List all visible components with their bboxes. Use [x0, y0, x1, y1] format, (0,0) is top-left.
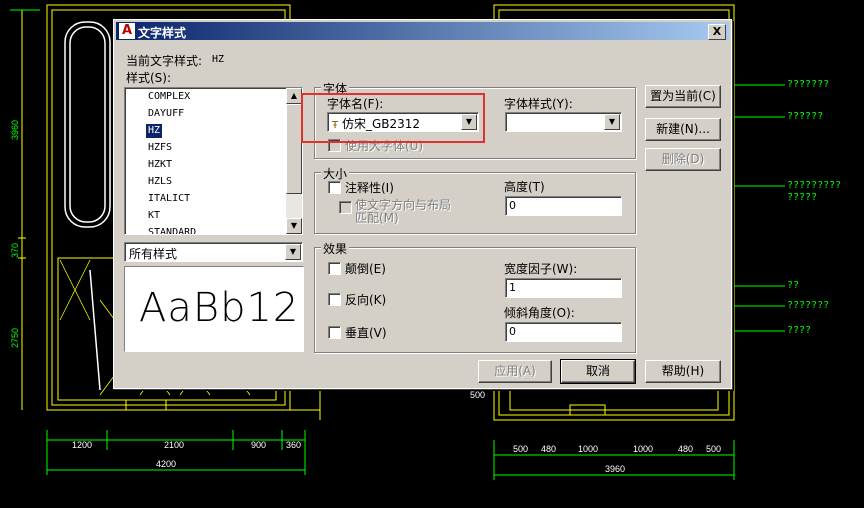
dimension-text: 900	[251, 440, 267, 450]
match-orientation-checkbox[interactable]	[339, 201, 352, 214]
highlight-annotation	[301, 93, 485, 143]
scroll-down-icon[interactable]: ▼	[286, 218, 302, 234]
cad-label: ????	[787, 325, 812, 336]
dimension-text: 3960	[10, 119, 20, 140]
close-button[interactable]: X	[708, 24, 726, 40]
dimension-text: 500	[706, 444, 722, 454]
help-button[interactable]: 帮助(H)	[645, 360, 721, 383]
cad-label: ???????	[787, 79, 830, 90]
upside-down-checkbox[interactable]	[328, 262, 341, 275]
list-item[interactable]: DAYUFF	[146, 107, 186, 121]
cad-label: ?????	[787, 192, 818, 203]
width-factor-value: 1	[509, 281, 516, 294]
list-item[interactable]: HZFS	[146, 141, 174, 155]
autocad-app-icon: A	[119, 23, 135, 39]
set-current-button[interactable]: 置为当前(C)	[645, 85, 721, 108]
vertical-checkbox[interactable]	[328, 326, 341, 339]
list-item[interactable]: HZKT	[146, 158, 174, 172]
match-orientation-label: 使文字方向与布局匹配(M)	[355, 198, 452, 225]
list-item[interactable]: HZLS	[146, 175, 174, 189]
dimension-text: 360	[286, 440, 302, 450]
current-style-label: 当前文字样式:	[126, 54, 203, 68]
dimension-text: 480	[678, 444, 694, 454]
font-style-dropdown[interactable]: ▼	[505, 112, 622, 132]
dimension-text: 500	[513, 444, 529, 454]
list-item[interactable]: HZ	[146, 124, 163, 138]
annotative-checkbox[interactable]	[328, 181, 341, 194]
width-factor-label: 宽度因子(W):	[504, 262, 578, 276]
list-item[interactable]: ITALICT	[146, 192, 192, 206]
dimension-text: 370	[10, 242, 20, 258]
dimension-text: 2750	[10, 327, 20, 348]
scroll-up-icon[interactable]: ▲	[286, 88, 302, 104]
cad-label: ?????????	[787, 180, 842, 191]
dimension-text: 1000	[633, 444, 654, 454]
current-style-value: HZ	[212, 54, 225, 65]
preview-text: AaBb12	[139, 285, 300, 331]
dimension-text: 3960	[605, 464, 626, 474]
font-style-label: 字体样式(Y):	[504, 97, 573, 111]
dimension-text: 1200	[72, 440, 93, 450]
width-factor-input[interactable]: 1	[505, 278, 622, 298]
dimension-text: 480	[541, 444, 557, 454]
upside-down-label: 颠倒(E)	[345, 262, 386, 276]
styles-list[interactable]: COMPLEX DAYUFF HZ HZFS HZKT HZLS ITALICT…	[124, 87, 303, 235]
vertical-label: 垂直(V)	[345, 326, 387, 340]
cancel-button[interactable]: 取消	[560, 359, 636, 384]
list-item[interactable]: COMPLEX	[146, 90, 192, 104]
cad-label: ??	[787, 280, 800, 291]
cad-label: ???????	[787, 300, 830, 311]
delete-button[interactable]: 删除(D)	[645, 148, 721, 171]
apply-button[interactable]: 应用(A)	[478, 360, 552, 383]
annotative-label: 注释性(I)	[345, 181, 394, 195]
dimension-text: 4200	[156, 459, 177, 469]
backwards-checkbox[interactable]	[328, 293, 341, 306]
height-value: 0	[509, 199, 516, 212]
dimension-text: 500	[470, 390, 486, 400]
dialog-titlebar[interactable]: A 文字样式 X	[116, 22, 729, 40]
style-filter-dropdown[interactable]: 所有样式 ▼	[124, 242, 303, 262]
preview-box: AaBb12	[124, 266, 304, 352]
styles-label: 样式(S):	[126, 71, 172, 85]
chevron-down-icon[interactable]: ▼	[285, 244, 301, 260]
dialog-title: 文字样式	[138, 26, 187, 40]
dimension-text: 2100	[164, 440, 185, 450]
new-style-button[interactable]: 新建(N)...	[645, 118, 721, 141]
oblique-value: 0	[509, 325, 516, 338]
style-filter-value: 所有样式	[129, 247, 178, 261]
list-item[interactable]: KT	[146, 209, 162, 223]
height-label: 高度(T)	[504, 180, 545, 194]
dimension-text: 1000	[578, 444, 599, 454]
oblique-input[interactable]: 0	[505, 322, 622, 342]
height-input[interactable]: 0	[505, 196, 622, 216]
text-style-dialog: A 文字样式 X 当前文字样式: HZ 样式(S): COMPLEX DAYUF…	[113, 19, 732, 389]
backwards-label: 反向(K)	[345, 293, 387, 307]
scroll-thumb[interactable]	[286, 104, 302, 194]
effects-group-title: 效果	[321, 240, 350, 257]
list-item[interactable]: STANDARD	[146, 226, 198, 234]
cad-label: ??????	[787, 111, 824, 122]
oblique-label: 倾斜角度(O):	[504, 306, 575, 320]
styles-scrollbar[interactable]: ▲ ▼	[286, 88, 302, 234]
chevron-down-icon[interactable]: ▼	[604, 114, 620, 130]
